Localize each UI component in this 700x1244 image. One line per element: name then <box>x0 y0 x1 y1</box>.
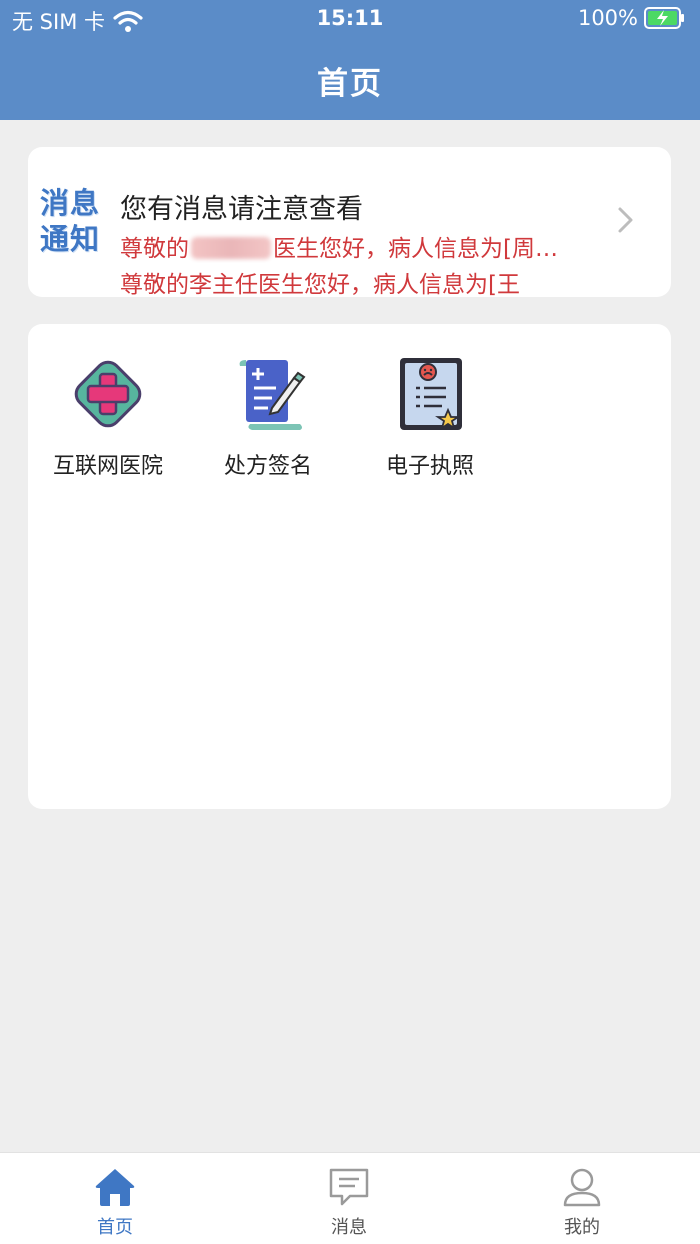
apps-grid: 互联网医院 处方签名 电子执照 <box>28 324 671 809</box>
tab-label: 首页 <box>97 1217 133 1238</box>
notice-message-line: 尊敬的 医生您好，病人信息为[周… <box>120 229 620 263</box>
notice-title: 您有消息请注意查看 <box>120 194 363 225</box>
message-icon <box>329 1168 369 1206</box>
page-title: 首页 <box>317 66 383 102</box>
electronic-license-icon <box>400 358 462 431</box>
app-electronic-license[interactable]: 电子执照 <box>350 354 510 480</box>
hospital-cross-icon <box>74 360 142 428</box>
home-icon <box>95 1169 135 1206</box>
app-label: 互联网医院 <box>52 454 163 479</box>
notice-greeting: 尊敬的 <box>120 236 189 262</box>
chevron-right-icon[interactable] <box>617 205 635 235</box>
notice-message-text: 医生您好，病人信息为[周… <box>273 236 558 262</box>
prescription-sign-icon <box>239 360 306 430</box>
user-icon <box>563 1168 601 1207</box>
app-prescription-sign[interactable]: 处方签名 <box>188 354 348 480</box>
battery-status: 100% <box>578 6 686 30</box>
header-bar: 无 SIM 卡 15:11 100% 首页 <box>0 0 700 120</box>
bottom-tab-bar: 首页 消息 我的 <box>0 1152 700 1244</box>
app-label: 电子执照 <box>385 454 474 479</box>
status-bar: 无 SIM 卡 15:11 100% <box>0 0 700 40</box>
notice-message-next: 尊敬的李主任医生您好，病人信息为[王 <box>120 272 520 297</box>
tab-profile[interactable]: 我的 <box>522 1167 642 1239</box>
tab-label: 消息 <box>331 1217 367 1238</box>
notice-badge-line2: 通知 <box>40 222 101 256</box>
notice-card[interactable]: 消息 通知 您有消息请注意查看 尊敬的 医生您好，病人信息为[周… 尊敬的李主任医… <box>28 147 671 297</box>
battery-charging-icon <box>644 7 684 29</box>
tab-label: 我的 <box>564 1217 600 1238</box>
battery-percent: 100% <box>577 6 638 30</box>
app-label: 处方签名 <box>223 454 312 479</box>
blurred-doctor-name <box>191 237 271 259</box>
tab-messages[interactable]: 消息 <box>289 1167 409 1239</box>
notice-badge-line1: 消息 <box>40 186 101 220</box>
tab-home[interactable]: 首页 <box>55 1167 175 1239</box>
notice-badge: 消息 通知 <box>40 185 106 263</box>
app-internet-hospital[interactable]: 互联网医院 <box>28 354 188 480</box>
